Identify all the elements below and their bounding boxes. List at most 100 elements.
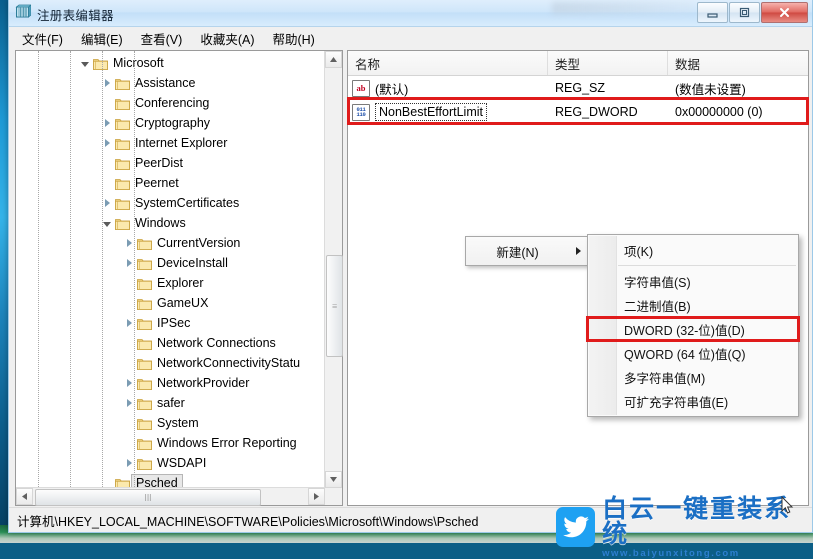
tree-item-system[interactable]: System — [16, 413, 325, 433]
value-row[interactable]: 011 110 NonBestEffortLimit REG_DWORD 0x00000… — [348, 100, 808, 124]
menu-item-e[interactable]: 可扩充字符串值(E) — [588, 389, 798, 413]
twitter-bird-icon — [556, 507, 596, 548]
mouse-cursor-icon — [781, 495, 794, 520]
folder-icon — [114, 93, 130, 113]
value-data: (数值未设置) — [675, 82, 746, 97]
folder-icon — [136, 413, 152, 433]
column-header-name[interactable]: 名称 — [348, 51, 548, 75]
tree-item-label: SystemCertificates — [135, 196, 240, 210]
tree-item-label: Windows — [135, 216, 186, 230]
tree-vertical-scrollbar[interactable]: ≡ — [324, 51, 343, 488]
tree-item-label: Internet Explorer — [135, 136, 228, 150]
folder-icon — [136, 333, 152, 353]
tree-scroll-viewport[interactable]: Microsoft Assistance Conferencing Cryptogra… — [16, 51, 325, 488]
tree-item-safer[interactable]: safer — [16, 393, 325, 413]
maximize-button[interactable] — [729, 2, 760, 23]
folder-icon — [136, 293, 152, 313]
tree-item-wsdapi[interactable]: WSDAPI — [16, 453, 325, 473]
tree-item-internet-explorer[interactable]: Internet Explorer — [16, 133, 325, 153]
folder-icon — [114, 473, 130, 488]
folder-icon — [114, 133, 130, 153]
folder-icon — [114, 73, 130, 93]
tree-guide-line — [38, 51, 39, 488]
values-list: ab (默认) REG_SZ (数值未设置) 011 110 NonBestEffortLi… — [348, 76, 808, 124]
tree-item-label: Psched — [131, 474, 183, 488]
menu-favorites[interactable]: 收藏夹(A) — [191, 26, 263, 51]
column-header-data[interactable]: 数据 — [668, 51, 808, 75]
menu-item-b[interactable]: 二进制值(B) — [588, 293, 798, 317]
scroll-left-arrow[interactable] — [16, 488, 33, 505]
tree-item-gameux[interactable]: GameUX — [16, 293, 325, 313]
tree-item-assistance[interactable]: Assistance — [16, 73, 325, 93]
folder-icon — [136, 233, 152, 253]
scroll-down-arrow[interactable] — [325, 471, 342, 488]
tree-item-label: IPSec — [157, 316, 191, 330]
tree-item-label: DeviceInstall — [157, 256, 228, 270]
folder-icon — [136, 313, 152, 333]
tree-guide-line — [134, 51, 135, 488]
menu-view[interactable]: 查看(V) — [132, 26, 192, 51]
menu-edit[interactable]: 编辑(E) — [72, 26, 132, 51]
tree-item-network-connections[interactable]: Network Connections — [16, 333, 325, 353]
menu-item-qword-64-q[interactable]: QWORD (64 位)值(Q) — [588, 341, 798, 365]
status-path: 计算机\HKEY_LOCAL_MACHINE\SOFTWARE\Policies… — [17, 514, 479, 529]
menu-item-m[interactable]: 多字符串值(M) — [588, 365, 798, 389]
tree-item-explorer[interactable]: Explorer — [16, 273, 325, 293]
tree-item-conferencing[interactable]: Conferencing — [16, 93, 325, 113]
tree-item-label: Assistance — [135, 76, 196, 90]
tree-item-label: Conferencing — [135, 96, 210, 110]
context-submenu-items: 项(K) 字符串值(S) 二进制值(B) DWORD (32-位)值(D) QWORD … — [588, 238, 798, 413]
window-title: 注册表编辑器 — [37, 9, 114, 23]
tree-scrollbar-thumb[interactable]: ≡ — [326, 255, 343, 357]
scrollbar-grip-icon: ||| — [144, 493, 152, 502]
tree-expander-icon[interactable] — [78, 53, 92, 73]
menu-separator — [618, 265, 796, 266]
value-row[interactable]: ab (默认) REG_SZ (数值未设置) — [348, 76, 808, 100]
tree-item-psched[interactable]: Psched — [16, 473, 325, 488]
menu-file[interactable]: 文件(F) — [13, 26, 72, 51]
tree-item-label: NetworkProvider — [157, 376, 250, 390]
tree-item-ipsec[interactable]: IPSec — [16, 313, 325, 333]
values-column-headers: 名称 类型 数据 — [348, 51, 808, 76]
menu-item-s[interactable]: 字符串值(S) — [588, 269, 798, 293]
menu-help[interactable]: 帮助(H) — [263, 26, 323, 51]
tree-item-label: Windows Error Reporting — [157, 436, 297, 450]
title-bar[interactable]: 注册表编辑器 — [9, 0, 812, 27]
folder-icon — [114, 213, 130, 233]
tree-item-systemcertificates[interactable]: SystemCertificates — [16, 193, 325, 213]
tree-horizontal-scrollbar[interactable]: ||| — [16, 487, 325, 506]
tree-item-label: GameUX — [157, 296, 209, 310]
menu-item-k[interactable]: 项(K) — [588, 238, 798, 262]
folder-icon — [136, 253, 152, 273]
tree-item-label: Network Connections — [157, 336, 276, 350]
minimize-button[interactable] — [697, 2, 728, 23]
tree-item-peernet[interactable]: Peernet — [16, 173, 325, 193]
tree-item-networkconnectivitystatu[interactable]: NetworkConnectivityStatu — [16, 353, 325, 373]
tree-item-label: Peernet — [135, 176, 179, 190]
tree-item-deviceinstall[interactable]: DeviceInstall — [16, 253, 325, 273]
tree-item-peerdist[interactable]: PeerDist — [16, 153, 325, 173]
context-menu-new[interactable]: 新建(N) — [465, 236, 588, 266]
column-header-type[interactable]: 类型 — [548, 51, 668, 75]
window-controls — [697, 2, 808, 23]
menu-item-dword-32-d[interactable]: DWORD (32-位)值(D) — [588, 317, 798, 341]
context-menu-new-label: 新建(N) — [496, 245, 539, 260]
tree-item-windows[interactable]: Windows — [16, 213, 325, 233]
tree-item-microsoft[interactable]: Microsoft — [16, 53, 325, 73]
tree-hscrollbar-thumb[interactable]: ||| — [35, 489, 261, 506]
scrollbar-grip-icon: ≡ — [331, 301, 338, 310]
registry-tree-pane: Microsoft Assistance Conferencing Cryptogra… — [15, 50, 343, 506]
context-submenu-new-types: 项(K) 字符串值(S) 二进制值(B) DWORD (32-位)值(D) QWORD … — [586, 234, 800, 417]
tree-item-windows-error-reporting[interactable]: Windows Error Reporting — [16, 433, 325, 453]
tree-item-networkprovider[interactable]: NetworkProvider — [16, 373, 325, 393]
folder-icon — [136, 393, 152, 413]
folder-icon — [136, 373, 152, 393]
tree-item-label: Cryptography — [135, 116, 211, 130]
folder-icon — [136, 273, 152, 293]
scroll-up-arrow[interactable] — [325, 51, 342, 68]
close-button[interactable] — [761, 2, 808, 23]
scroll-right-arrow[interactable] — [308, 488, 325, 505]
folder-icon — [136, 353, 152, 373]
tree-item-currentversion[interactable]: CurrentVersion — [16, 233, 325, 253]
tree-item-cryptography[interactable]: Cryptography — [16, 113, 325, 133]
